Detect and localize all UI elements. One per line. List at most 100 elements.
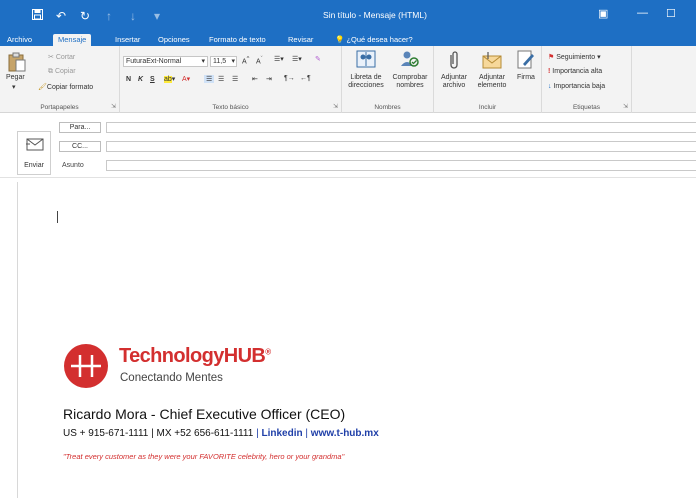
group-label-names: Nombres — [374, 104, 401, 111]
chevron-down-icon: ▾ — [231, 58, 235, 65]
check-names-icon — [401, 51, 419, 67]
customize-qat-icon[interactable]: ▾ — [150, 9, 164, 23]
send-label: Enviar — [24, 162, 44, 169]
cc-field[interactable] — [106, 141, 696, 152]
signature-quote: "Treat every customer as they were your … — [63, 452, 345, 461]
dialog-launcher-icon[interactable]: ⇲ — [623, 103, 628, 110]
group-label-tags: Etiquetas — [572, 104, 601, 111]
rtl-icon[interactable]: ←¶ — [300, 75, 311, 82]
down-arrow-icon: ↓ — [548, 83, 552, 90]
dialog-launcher-icon[interactable]: ⇲ — [111, 103, 116, 110]
paintbrush-icon: 🖌 — [38, 84, 47, 91]
group-include: Adjuntar archivo Adjuntar elemento Firma… — [434, 46, 542, 113]
mail-compose-window: ↶ ↻ ↑ ↓ ▾ Sin título - Mensaje (HTML) ▣ … — [0, 0, 696, 501]
exclamation-icon: ! — [548, 68, 551, 75]
ltr-icon[interactable]: ¶→ — [284, 75, 295, 82]
signature-button[interactable]: Firma — [512, 50, 540, 100]
down-arrow-icon[interactable]: ↓ — [126, 9, 140, 23]
address-book-icon — [356, 50, 376, 68]
low-importance-label: Importancia baja — [553, 83, 606, 90]
bullets-icon[interactable]: ☰▾ — [274, 55, 284, 63]
tab-archivo[interactable]: Archivo — [2, 34, 37, 46]
signature-label: Firma — [517, 74, 535, 81]
tab-insertar[interactable]: Insertar — [110, 34, 145, 46]
maximize-icon[interactable]: ☐ — [666, 7, 676, 20]
brand-registered-mark: ® — [265, 347, 271, 357]
group-clipboard: Pegar ▾ ✂ Cortar ⧉ Copiar 🖌Copiar format… — [0, 46, 120, 113]
increase-indent-icon[interactable]: ⇥ — [266, 75, 272, 83]
copy-button[interactable]: ⧉ Copiar — [48, 68, 76, 76]
envelope-attach-icon — [482, 52, 502, 69]
group-label-basic-text: Texto básico — [212, 104, 249, 111]
followup-button[interactable]: ⚑ Seguimiento ▾ — [548, 53, 601, 61]
align-center-icon[interactable]: ☰ — [218, 75, 224, 83]
save-icon[interactable] — [30, 9, 44, 23]
tab-formato-texto[interactable]: Formato de texto — [204, 34, 271, 46]
align-right-icon[interactable]: ☰ — [232, 75, 238, 83]
brand-name: TechnologyHUB® — [119, 345, 271, 368]
ribbon-tabs: Archivo Mensaje Insertar Opciones Format… — [0, 33, 696, 46]
tab-mensaje[interactable]: Mensaje — [53, 34, 92, 46]
to-button[interactable]: Para... — [59, 122, 101, 133]
dialog-launcher-icon[interactable]: ⇲ — [333, 103, 338, 110]
to-field[interactable] — [106, 122, 696, 133]
website-link[interactable]: www.t-hub.mx — [311, 428, 379, 439]
window-title: Sin título - Mensaje (HTML) — [323, 10, 427, 20]
copy-label: Copiar — [54, 68, 76, 75]
check-names-button[interactable]: Comprobar nombres — [388, 50, 432, 100]
font-size-combo[interactable]: 11,5 ▾ — [210, 56, 237, 67]
redo-icon[interactable]: ↻ — [78, 9, 92, 23]
high-importance-button[interactable]: ! Importancia alta — [548, 68, 602, 75]
undo-icon[interactable]: ↶ — [54, 9, 68, 23]
bold-icon[interactable]: N — [126, 76, 131, 83]
copy-icon: ⧉ — [48, 68, 55, 75]
followup-label: Seguimiento — [556, 54, 596, 61]
title-bar: ↶ ↻ ↑ ↓ ▾ Sin título - Mensaje (HTML) ▣ … — [0, 0, 696, 33]
send-button[interactable]: Enviar — [17, 131, 51, 175]
ribbon: Pegar ▾ ✂ Cortar ⧉ Copiar 🖌Copiar format… — [0, 46, 696, 113]
message-header: Enviar Para... CC... Asunto — [0, 113, 696, 178]
body-frame — [17, 182, 696, 498]
clear-formatting-icon[interactable]: ✎ — [315, 55, 321, 63]
italic-icon[interactable]: K — [138, 76, 143, 83]
signature-pen-icon — [517, 50, 534, 69]
grow-font-icon[interactable]: A^ — [242, 56, 249, 65]
up-arrow-icon[interactable]: ↑ — [102, 9, 116, 23]
technology-hub-logo-icon — [64, 344, 108, 388]
low-importance-button[interactable]: ↓ Importancia baja — [548, 83, 605, 90]
paste-button[interactable]: Pegar ▾ — [4, 52, 30, 96]
cut-button[interactable]: ✂ Cortar — [48, 53, 75, 61]
ribbon-display-options-icon[interactable]: ▣ — [598, 7, 608, 20]
minimize-icon[interactable]: — — [637, 7, 648, 19]
font-size-value: 11,5 — [213, 58, 227, 65]
high-importance-label: Importancia alta — [552, 68, 603, 75]
tab-opciones[interactable]: Opciones — [153, 34, 195, 46]
font-color-icon[interactable]: A▾ — [182, 75, 190, 83]
subject-field[interactable] — [106, 160, 696, 171]
quick-access-toolbar: ↶ ↻ ↑ ↓ ▾ — [30, 9, 164, 23]
underline-icon[interactable]: S — [150, 76, 155, 83]
send-icon — [26, 138, 44, 151]
scissors-icon: ✂ — [48, 54, 56, 61]
attach-file-button[interactable]: Adjuntar archivo — [436, 50, 472, 100]
flag-icon: ⚑ — [548, 54, 555, 61]
decrease-indent-icon[interactable]: ⇤ — [252, 75, 258, 83]
brand-technology: Technology — [119, 345, 224, 367]
attach-file-label: Adjuntar archivo — [440, 74, 468, 89]
paste-label: Pegar — [6, 74, 25, 81]
address-book-button[interactable]: Libreta de direcciones — [344, 50, 388, 100]
highlight-icon[interactable]: ab▾ — [164, 75, 175, 83]
contact-phones: US + 915-671-1111 | MX +52 656-611-1111 — [63, 428, 254, 439]
separator: | — [305, 428, 309, 439]
attach-item-button[interactable]: Adjuntar elemento — [472, 50, 512, 100]
cc-button[interactable]: CC... — [59, 141, 101, 152]
shrink-font-icon[interactable]: Aˇ — [256, 56, 263, 65]
align-left-icon[interactable]: ☰ — [204, 75, 215, 83]
subject-label: Asunto — [62, 162, 84, 169]
tell-me-box[interactable]: 💡 ¿Qué desea hacer? — [330, 34, 418, 46]
format-painter-button[interactable]: 🖌Copiar formato — [38, 83, 93, 91]
linkedin-link[interactable]: Linkedin — [262, 428, 303, 439]
font-name-combo[interactable]: FuturaExt-Normal ▾ — [123, 56, 208, 67]
numbering-icon[interactable]: ☰▾ — [292, 55, 302, 63]
tab-revisar[interactable]: Revisar — [283, 34, 318, 46]
